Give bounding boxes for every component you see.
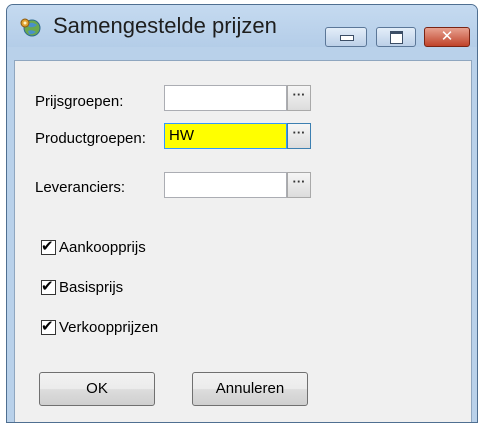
window-title: Samengestelde prijzen <box>53 13 277 38</box>
dialog-body: Prijsgroepen: ··· Productgroepen: HW ···… <box>14 60 472 422</box>
aankoopprijs-checkbox[interactable]: ✔ <box>41 237 56 255</box>
checkmark-icon: ✔ <box>41 237 54 255</box>
basisprijs-label: Basisprijs <box>59 279 124 296</box>
basisprijs-checkbox[interactable]: ✔ <box>41 277 56 295</box>
minimize-icon <box>340 35 354 41</box>
prijsgroepen-browse-button[interactable]: ··· <box>287 85 311 111</box>
dialog-window: Samengestelde prijzen ✕ Prijsgroepen: ··… <box>6 4 478 423</box>
productgroepen-label: Productgroepen: <box>35 130 146 147</box>
prijsgroepen-input[interactable] <box>164 85 287 111</box>
aankoopprijs-label: Aankoopprijs <box>59 239 146 256</box>
maximize-button[interactable] <box>376 27 416 47</box>
close-button[interactable]: ✕ <box>424 27 470 47</box>
minimize-button[interactable] <box>325 27 367 47</box>
checkmark-icon: ✔ <box>41 317 54 335</box>
app-icon <box>20 18 41 37</box>
verkoopprijzen-checkbox[interactable]: ✔ <box>41 317 56 335</box>
leveranciers-browse-button[interactable]: ··· <box>287 172 311 198</box>
close-icon: ✕ <box>440 27 454 45</box>
productgroepen-browse-button[interactable]: ··· <box>287 123 311 149</box>
verkoopprijzen-label: Verkoopprijzen <box>59 319 159 336</box>
checkmark-icon: ✔ <box>41 277 54 295</box>
ok-button[interactable]: OK <box>39 372 155 406</box>
productgroepen-input[interactable]: HW <box>164 123 287 149</box>
leveranciers-input[interactable] <box>164 172 287 198</box>
leveranciers-label: Leveranciers: <box>35 179 126 196</box>
maximize-icon <box>390 31 403 44</box>
prijsgroepen-label: Prijsgroepen: <box>35 93 124 110</box>
cancel-button[interactable]: Annuleren <box>192 372 308 406</box>
title-bar[interactable]: Samengestelde prijzen ✕ <box>7 5 477 47</box>
